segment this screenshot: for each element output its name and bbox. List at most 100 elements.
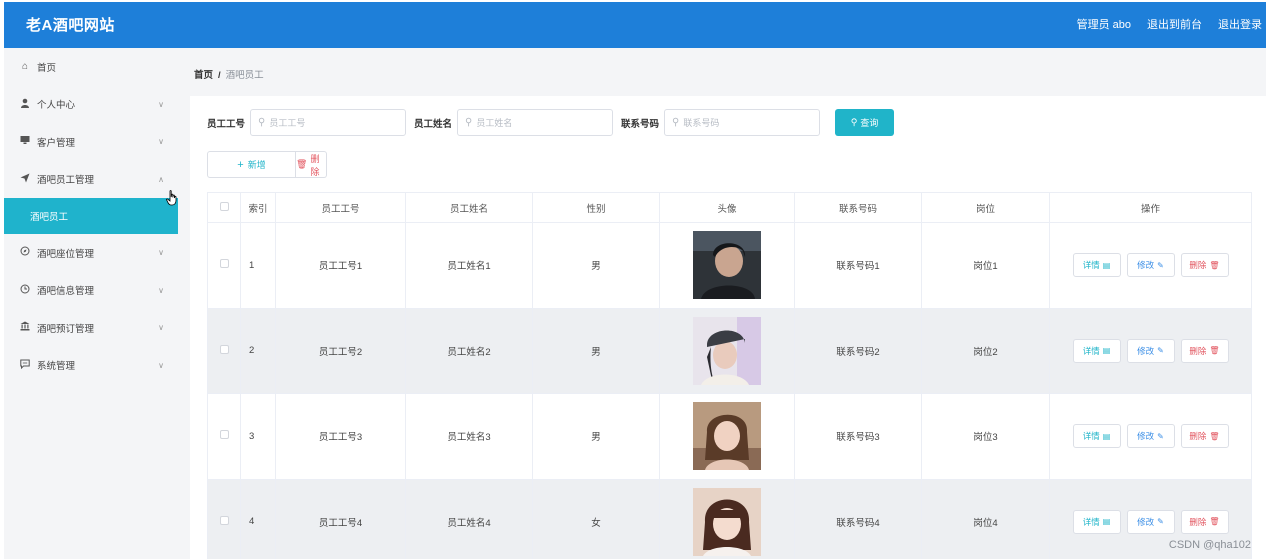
column-header: 索引 — [240, 192, 276, 223]
bank-icon — [18, 321, 32, 334]
emp-no-placeholder: 员工工号 — [269, 118, 306, 128]
row-checkbox-cell — [207, 222, 241, 309]
delete-label: 删除 — [1189, 260, 1207, 271]
phone-cell: 联系号码2 — [794, 307, 922, 394]
emp-name-label: 员工姓名 — [414, 118, 453, 130]
phone-input[interactable]: ⚲ 联系号码 — [664, 109, 821, 136]
column-header: 操作 — [1049, 192, 1252, 223]
avatar-cell — [659, 393, 795, 480]
phone-cell: 联系号码4 — [794, 478, 922, 559]
batch-delete-button[interactable]: 🗑 删除 — [296, 151, 327, 178]
document-icon: ▤ — [1102, 260, 1111, 270]
delete-row-button[interactable]: 删除 🗑 — [1180, 338, 1229, 363]
trash-icon: 🗑 — [296, 159, 308, 169]
row-checkbox-cell — [207, 393, 241, 480]
clock-icon — [18, 284, 32, 297]
name-cell: 员工姓名4 — [405, 478, 533, 559]
monitor-icon — [18, 135, 32, 148]
detail-button[interactable]: 详情 ▤ — [1072, 509, 1121, 534]
row-checkbox[interactable] — [219, 515, 229, 525]
breadcrumb-separator: / — [218, 70, 221, 81]
trash-icon: 🗑 — [1209, 517, 1220, 527]
sidebar-item-staff-management[interactable]: 酒吧员工管理 ∧ — [4, 161, 178, 199]
avatar — [693, 487, 761, 556]
select-all-checkbox[interactable] — [219, 201, 229, 211]
avatar-cell — [659, 307, 795, 394]
delete-row-button[interactable]: 删除 🗑 — [1180, 424, 1229, 449]
mouse-cursor-icon — [166, 190, 177, 206]
detail-button[interactable]: 详情 ▤ — [1072, 338, 1121, 363]
detail-label: 详情 — [1082, 431, 1100, 442]
edit-label: 修改 — [1137, 260, 1155, 271]
sidebar-item-staff[interactable]: 酒吧员工 — [4, 198, 178, 234]
delete-row-button[interactable]: 删除 🗑 — [1180, 253, 1229, 278]
sidebar-item-home[interactable]: ⌂ 首页 — [4, 48, 178, 86]
delete-button-label: 删除 — [310, 153, 320, 177]
row-checkbox-cell — [207, 307, 241, 394]
pencil-icon: ✎ — [1157, 517, 1164, 527]
sidebar-item-reservations[interactable]: 酒吧预订管理 ∨ — [4, 309, 178, 347]
edit-button[interactable]: 修改 ✎ — [1126, 253, 1175, 278]
staff-panel: 员工工号 ⚲ 员工工号 员工姓名 ⚲ 员工姓名 联系号码 ⚲ 联系号码 ⚲ 查询 + 新增… — [190, 96, 1266, 559]
delete-label: 删除 — [1189, 516, 1207, 527]
edit-button[interactable]: 修改 ✎ — [1126, 509, 1175, 534]
edit-label: 修改 — [1137, 345, 1155, 356]
emp-no-input[interactable]: ⚲ 员工工号 — [250, 109, 407, 136]
emp-name-input[interactable]: ⚲ 员工姓名 — [457, 109, 614, 136]
row-checkbox[interactable] — [219, 430, 229, 440]
send-icon — [18, 173, 32, 186]
name-cell: 员工姓名3 — [405, 393, 533, 480]
table-header-row: 索引 员工工号 员工姓名 性别 头像 联系号码 岗位 操作 — [207, 192, 1252, 223]
chevron-down-icon: ∨ — [158, 137, 164, 147]
query-button[interactable]: ⚲ 查询 — [835, 109, 895, 136]
ops-cell: 详情 ▤ 修改 ✎ 删除 🗑 — [1049, 393, 1252, 480]
table-row: 1 员工工号1 员工姓名1 男 联系号码1 岗位1 详情 ▤ 修改 ✎ 删除 🗑 — [207, 222, 1252, 309]
detail-button[interactable]: 详情 ▤ — [1072, 253, 1121, 278]
edit-button[interactable]: 修改 ✎ — [1126, 424, 1175, 449]
chevron-down-icon: ∨ — [158, 285, 164, 295]
phone-placeholder: 联系号码 — [683, 118, 720, 128]
column-header: 员工工号 — [275, 192, 406, 223]
row-checkbox[interactable] — [219, 259, 229, 269]
detail-label: 详情 — [1082, 345, 1100, 356]
row-checkbox-cell — [207, 478, 241, 559]
document-icon: ▤ — [1102, 346, 1111, 356]
column-header: 联系号码 — [794, 192, 922, 223]
column-header: 岗位 — [921, 192, 1050, 223]
plus-icon: + — [237, 158, 244, 171]
sidebar-item-customers[interactable]: 客户管理 ∨ — [4, 123, 178, 161]
delete-row-button[interactable]: 删除 🗑 — [1180, 509, 1229, 534]
compass-icon — [18, 246, 32, 259]
search-bar: 员工工号 ⚲ 员工工号 员工姓名 ⚲ 员工姓名 联系号码 ⚲ 联系号码 ⚲ 查询 — [207, 109, 895, 136]
sidebar-item-label: 客户管理 — [37, 137, 76, 149]
sidebar-item-label: 酒吧员工管理 — [37, 175, 95, 187]
sidebar-item-system[interactable]: 系统管理 ∨ — [4, 347, 178, 385]
index-cell: 1 — [240, 222, 276, 309]
chevron-up-icon: ∧ — [158, 174, 164, 184]
name-cell: 员工姓名1 — [405, 222, 533, 309]
post-cell: 岗位3 — [921, 393, 1050, 480]
sidebar-item-profile[interactable]: 个人中心 ∨ — [4, 86, 178, 124]
index-cell: 4 — [240, 478, 276, 559]
top-navbar: 老A酒吧网站 管理员 abo 退出到前台 退出登录 — [4, 2, 1266, 48]
chevron-down-icon: ∨ — [158, 360, 164, 370]
sidebar-item-seats[interactable]: 酒吧座位管理 ∨ — [4, 234, 178, 272]
logout-link[interactable]: 退出登录 — [1218, 16, 1262, 32]
main-content: 首页 / 酒吧员工 员工工号 ⚲ 员工工号 员工姓名 ⚲ 员工姓名 联系号码 ⚲ 联系号码… — [178, 48, 1266, 559]
breadcrumb-home[interactable]: 首页 — [194, 70, 213, 81]
phone-cell: 联系号码1 — [794, 222, 922, 309]
name-cell: 员工姓名2 — [405, 307, 533, 394]
breadcrumb: 首页 / 酒吧员工 — [194, 67, 264, 81]
detail-button[interactable]: 详情 ▤ — [1072, 424, 1121, 449]
add-button[interactable]: + 新增 — [207, 151, 296, 178]
exit-to-frontend-link[interactable]: 退出到前台 — [1147, 16, 1202, 32]
row-checkbox[interactable] — [219, 344, 229, 354]
user-icon — [18, 98, 32, 111]
document-icon: ▤ — [1102, 431, 1111, 441]
edit-button[interactable]: 修改 ✎ — [1126, 338, 1175, 363]
query-button-label: 查询 — [860, 118, 879, 128]
emp-no-cell: 员工工号2 — [275, 307, 406, 394]
sidebar-item-info[interactable]: 酒吧信息管理 ∨ — [4, 272, 178, 310]
chevron-down-icon: ∨ — [158, 323, 164, 333]
sidebar-item-label: 酒吧信息管理 — [37, 286, 95, 298]
